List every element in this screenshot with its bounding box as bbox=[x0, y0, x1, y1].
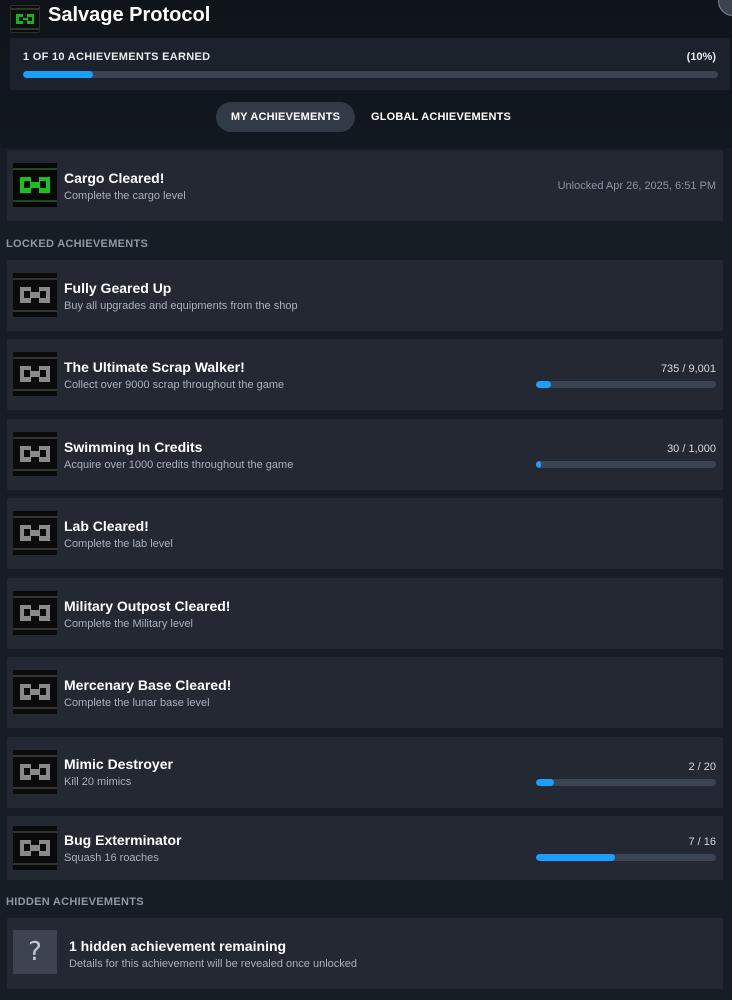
summary-progress-fill bbox=[23, 71, 93, 78]
achievement-name: Swimming In Credits bbox=[64, 439, 203, 455]
achievement-name: Mimic Destroyer bbox=[64, 756, 173, 772]
achievements-earned-label: 1 OF 10 ACHIEVEMENTS EARNED bbox=[23, 51, 211, 63]
achievement-description: Collect over 9000 scrap throughout the g… bbox=[64, 379, 285, 391]
achievement-name: Cargo Cleared! bbox=[64, 170, 165, 186]
achievement-description: Complete the cargo level bbox=[64, 190, 186, 202]
achievement-card[interactable]: Mimic Destroyer Kill 20 mimics 2 / 20 bbox=[7, 737, 723, 808]
tab-global-achievements[interactable]: GLOBAL ACHIEVEMENTS bbox=[360, 102, 522, 132]
achievement-card[interactable]: Lab Cleared! Complete the lab level bbox=[7, 498, 723, 569]
robot-achievement-icon bbox=[13, 826, 57, 870]
robot-game-icon[interactable] bbox=[10, 5, 40, 33]
achievement-name: Military Outpost Cleared! bbox=[64, 598, 231, 614]
achievement-progress-fill bbox=[536, 854, 615, 861]
hidden-achievement-card[interactable]: ? 1 hidden achievement remaining Details… bbox=[7, 918, 723, 989]
achievement-description: Complete the lunar base level bbox=[64, 697, 210, 709]
achievement-description: Kill 20 mimics bbox=[64, 776, 132, 788]
hidden-achievement-description: Details for this achievement will be rev… bbox=[69, 958, 357, 970]
question-mark-icon: ? bbox=[13, 930, 57, 974]
achievements-percent: (10%) bbox=[686, 51, 716, 63]
achievement-progress-fill bbox=[536, 461, 542, 468]
achievement-progress-fill bbox=[536, 381, 551, 388]
achievement-progress-bar bbox=[536, 779, 716, 786]
header: Salvage Protocol 1 OF 10 ACHIEVEMENTS EA… bbox=[0, 0, 732, 148]
hidden-section-label: HIDDEN ACHIEVEMENTS bbox=[6, 896, 144, 908]
achievement-progress-fill bbox=[536, 779, 554, 786]
locked-section-label: LOCKED ACHIEVEMENTS bbox=[6, 238, 149, 250]
achievement-name: Bug Exterminator bbox=[64, 832, 182, 848]
tab-my-achievements[interactable]: MY ACHIEVEMENTS bbox=[216, 102, 355, 132]
achievement-description: Squash 16 roaches bbox=[64, 852, 159, 864]
achievement-description: Complete the lab level bbox=[64, 538, 173, 550]
achievement-progress-text: 7 / 16 bbox=[688, 836, 716, 848]
achievement-progress-bar bbox=[536, 461, 716, 468]
achievement-progress-text: 30 / 1,000 bbox=[667, 443, 716, 455]
menu-button[interactable] bbox=[718, 0, 732, 16]
achievement-progress-text: 2 / 20 bbox=[688, 761, 716, 773]
summary-progress-bar bbox=[23, 71, 718, 78]
achievement-card[interactable]: Bug Exterminator Squash 16 roaches 7 / 1… bbox=[7, 816, 723, 880]
robot-achievement-icon bbox=[13, 591, 57, 635]
achievement-card[interactable]: The Ultimate Scrap Walker! Collect over … bbox=[7, 339, 723, 410]
robot-achievement-icon bbox=[13, 352, 57, 396]
hidden-achievement-title: 1 hidden achievement remaining bbox=[69, 938, 287, 954]
achievement-summary: 1 OF 10 ACHIEVEMENTS EARNED (10%) bbox=[10, 38, 730, 90]
robot-achievement-icon bbox=[13, 273, 57, 317]
unlock-date: Unlocked Apr 26, 2025, 6:51 PM bbox=[557, 180, 716, 192]
robot-achievement-icon bbox=[13, 163, 57, 207]
achievement-description: Acquire over 1000 credits throughout the… bbox=[64, 459, 294, 471]
achievement-card[interactable]: Military Outpost Cleared! Complete the M… bbox=[7, 578, 723, 649]
achievement-progress-bar bbox=[536, 854, 716, 861]
achievement-card[interactable]: Cargo Cleared! Complete the cargo level … bbox=[7, 150, 723, 221]
game-title: Salvage Protocol bbox=[48, 4, 211, 26]
achievement-description: Buy all upgrades and equipments from the… bbox=[64, 300, 298, 312]
achievement-progress-bar bbox=[536, 381, 716, 388]
robot-achievement-icon bbox=[13, 432, 57, 476]
achievement-progress-text: 735 / 9,001 bbox=[660, 363, 716, 375]
achievement-description: Complete the Military level bbox=[64, 618, 193, 630]
robot-achievement-icon bbox=[13, 511, 57, 555]
achievement-name: Lab Cleared! bbox=[64, 518, 149, 534]
robot-achievement-icon bbox=[13, 670, 57, 714]
achievement-name: Mercenary Base Cleared! bbox=[64, 677, 232, 693]
achievement-card[interactable]: Mercenary Base Cleared! Complete the lun… bbox=[7, 657, 723, 728]
robot-achievement-icon bbox=[13, 750, 57, 794]
achievement-name: The Ultimate Scrap Walker! bbox=[64, 359, 245, 375]
achievement-card[interactable]: Swimming In Credits Acquire over 1000 cr… bbox=[7, 419, 723, 490]
achievement-name: Fully Geared Up bbox=[64, 280, 172, 296]
achievement-card[interactable]: Fully Geared Up Buy all upgrades and equ… bbox=[7, 260, 723, 331]
